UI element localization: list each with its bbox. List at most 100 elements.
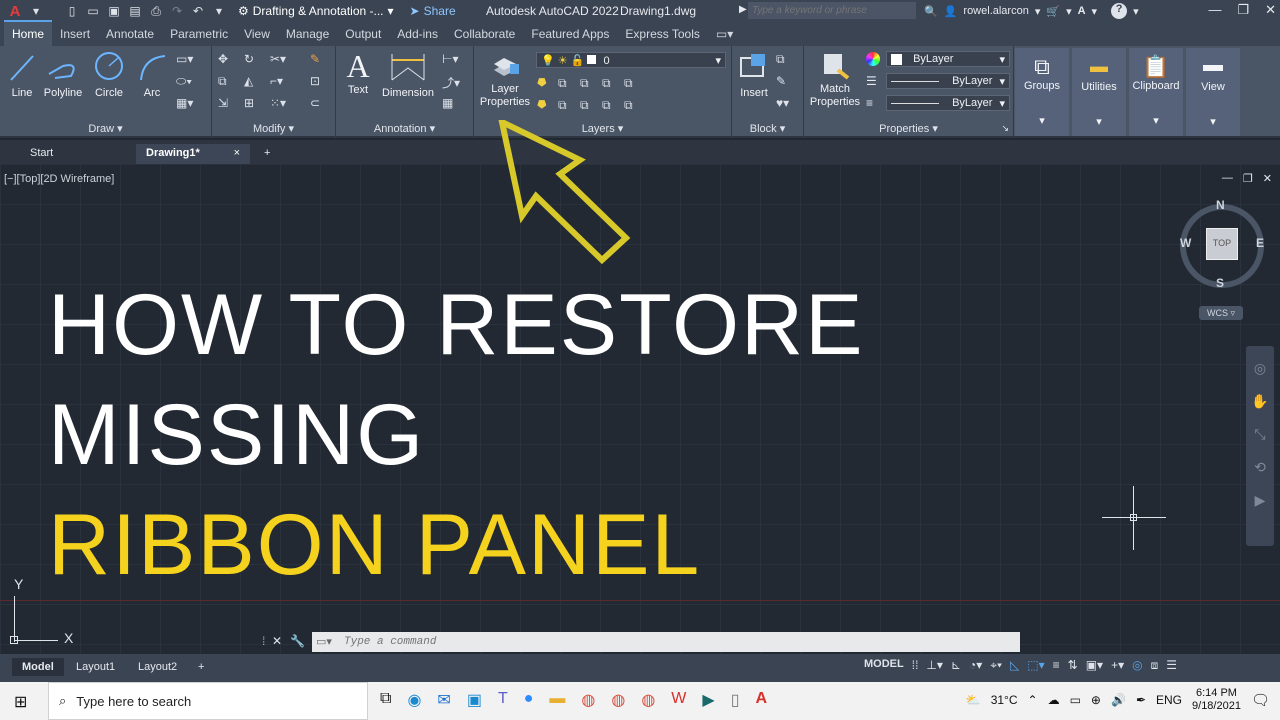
clean-screen-icon[interactable]: ⧈ xyxy=(1151,658,1159,673)
command-input[interactable] xyxy=(312,632,1020,652)
application-menu-button[interactable]: A xyxy=(6,3,24,20)
annotation-panel-title[interactable]: Annotation ▾ xyxy=(336,122,473,135)
attributes-icon[interactable]: ♥▾ xyxy=(776,96,789,110)
tab-start[interactable]: Start xyxy=(20,144,63,164)
close-icon[interactable]: ✕ xyxy=(272,634,282,648)
south-label[interactable]: S xyxy=(1216,276,1224,290)
draw-panel-title[interactable]: Draw ▾ xyxy=(0,122,211,135)
move-icon[interactable]: ✥ xyxy=(218,52,228,66)
layer-tool-icon[interactable]: ⧉ xyxy=(602,98,611,113)
properties-panel-title[interactable]: Properties ▾ xyxy=(804,122,1013,135)
tab-layout2[interactable]: Layout2 xyxy=(128,658,187,676)
layer-tool-icon[interactable]: ⧉ xyxy=(558,76,567,91)
groups-panel[interactable]: ⧉ Groups ▾ xyxy=(1015,48,1069,136)
help-icon[interactable]: ? xyxy=(1111,3,1128,19)
dialog-launcher-icon[interactable]: ↘ xyxy=(1001,123,1009,134)
temperature[interactable]: 31°C xyxy=(991,693,1018,707)
grid-icon[interactable]: ⁞⁞ xyxy=(912,658,919,673)
globe-icon[interactable]: ⊕ xyxy=(1091,693,1101,707)
north-label[interactable]: N xyxy=(1216,198,1225,212)
circle-tool[interactable]: Circle xyxy=(90,50,128,99)
erase-icon[interactable]: ✎ xyxy=(310,52,320,66)
wps-icon[interactable]: W xyxy=(671,690,686,710)
minimize-icon[interactable]: — xyxy=(1222,172,1233,185)
search-input[interactable] xyxy=(748,2,916,19)
teams-icon[interactable]: T xyxy=(498,690,508,710)
polar-icon[interactable]: ◔▾ xyxy=(969,658,982,673)
language-indicator[interactable]: ENG xyxy=(1156,693,1182,707)
close-icon[interactable]: × xyxy=(234,147,240,159)
zoom-icon[interactable]: ● xyxy=(524,690,534,710)
pen-icon[interactable]: ✒ xyxy=(1136,693,1146,707)
orbit-icon[interactable]: ⟲ xyxy=(1246,459,1274,476)
block-panel-title[interactable]: Block ▾ xyxy=(732,122,803,135)
pan-icon[interactable]: ✋ xyxy=(1246,393,1274,410)
tab-model[interactable]: Model xyxy=(12,658,64,676)
isodraft-icon[interactable]: ◺ xyxy=(1010,658,1019,673)
tab-featured-apps[interactable]: Featured Apps xyxy=(523,22,617,46)
model-space-toggle[interactable]: MODEL xyxy=(864,658,904,673)
layer-tool-icon[interactable]: ⧉ xyxy=(602,76,611,91)
tab-view[interactable]: View xyxy=(236,22,278,46)
offset-icon[interactable]: ⊂ xyxy=(310,96,320,110)
cloud-icon[interactable]: ☁ xyxy=(1048,693,1060,707)
tab-drawing1[interactable]: Drawing1* × xyxy=(136,144,250,164)
steering-wheel-icon[interactable]: ◎ xyxy=(1246,360,1274,377)
cart-icon[interactable]: 🛒 xyxy=(1046,5,1060,18)
tab-output[interactable]: Output xyxy=(337,22,389,46)
volume-icon[interactable]: 🔊 xyxy=(1111,693,1126,707)
wcs-menu[interactable]: WCS ▿ xyxy=(1199,306,1243,320)
layer-tool-icon[interactable]: ⯂ xyxy=(536,76,546,91)
explorer-icon[interactable]: ▬ xyxy=(549,690,565,710)
tab-parametric[interactable]: Parametric xyxy=(162,22,236,46)
chrome-icon[interactable]: ◍ xyxy=(611,690,625,710)
search-icon[interactable]: 🔍 xyxy=(924,5,938,18)
color-dropdown[interactable]: ByLayer ▾ xyxy=(886,51,1010,67)
open-icon[interactable]: ▭ xyxy=(84,3,102,19)
drawing-canvas[interactable]: [−][Top][2D Wireframe] — ❐ ✕ HOW TO REST… xyxy=(0,120,1280,654)
new-tab-button[interactable]: + xyxy=(254,144,280,164)
create-block-icon[interactable]: ⧉ xyxy=(776,52,785,67)
annotation-scale-icon[interactable]: ⇅ xyxy=(1068,658,1078,673)
match-properties-button[interactable]: Match Properties xyxy=(808,50,862,109)
chevron-up-icon[interactable]: ⌃ xyxy=(1028,693,1038,707)
viewcube-top-face[interactable]: TOP xyxy=(1206,228,1238,260)
copy-icon[interactable]: ⧉ xyxy=(218,74,227,89)
layer-tool-icon[interactable]: ⧉ xyxy=(624,98,633,113)
chrome-icon[interactable]: ◍ xyxy=(641,690,655,710)
polyline-tool[interactable]: Polyline xyxy=(40,50,86,99)
dynamic-ucs-icon[interactable]: ⬚▾ xyxy=(1027,658,1044,673)
line-tool[interactable]: Line xyxy=(6,50,38,99)
ellipse-icon[interactable]: ⬭▾ xyxy=(176,74,192,89)
chrome-icon[interactable]: ◍ xyxy=(581,690,595,710)
tab-layout1[interactable]: Layout1 xyxy=(66,658,125,676)
restore-icon[interactable]: ❐ xyxy=(1237,2,1249,18)
clipboard-panel[interactable]: 📋 Clipboard ▾ xyxy=(1129,48,1183,136)
zoom-extents-icon[interactable]: ⤡ xyxy=(1246,426,1274,443)
command-history-icon[interactable]: ▭▾ xyxy=(316,635,332,648)
redo-icon[interactable]: ↷ xyxy=(168,3,186,19)
task-view-icon[interactable]: ⧉ xyxy=(380,690,391,710)
showmotion-icon[interactable]: ▶ xyxy=(1246,492,1274,509)
new-layout-button[interactable]: + xyxy=(188,658,214,676)
ribbon-options-icon[interactable]: ▭▾ xyxy=(708,22,741,46)
text-tool[interactable]: A Text xyxy=(342,48,374,96)
network-icon[interactable]: ▭ xyxy=(1070,693,1081,707)
dimension-tool[interactable]: Dimension xyxy=(380,50,436,99)
grip-icon[interactable]: ⁞ xyxy=(262,634,265,648)
tab-collaborate[interactable]: Collaborate xyxy=(446,22,523,46)
undo-icon[interactable]: ↶ xyxy=(189,3,207,19)
linetype-dropdown[interactable]: ByLayer ▾ xyxy=(886,73,1010,89)
osnap-icon[interactable]: ⌖▾ xyxy=(990,658,1002,673)
layer-tool-icon[interactable]: ⧉ xyxy=(558,98,567,113)
lineweight-toggle-icon[interactable]: ≡ xyxy=(1053,658,1060,673)
modify-panel-title[interactable]: Modify ▾ xyxy=(212,122,335,135)
play-icon[interactable]: ▶ xyxy=(739,4,747,15)
arc-tool[interactable]: Arc xyxy=(134,50,170,99)
save-icon[interactable]: ▣ xyxy=(105,3,123,19)
workspace-icon[interactable]: ▣▾ xyxy=(1086,658,1103,673)
layer-dropdown[interactable]: 💡 ☀ 🔓 0 ▾ xyxy=(536,52,726,68)
weather-icon[interactable]: ⛅ xyxy=(966,693,981,707)
ortho-icon[interactable]: ⊾ xyxy=(951,658,961,673)
lineweight-dropdown[interactable]: ByLayer ▾ xyxy=(886,95,1010,111)
